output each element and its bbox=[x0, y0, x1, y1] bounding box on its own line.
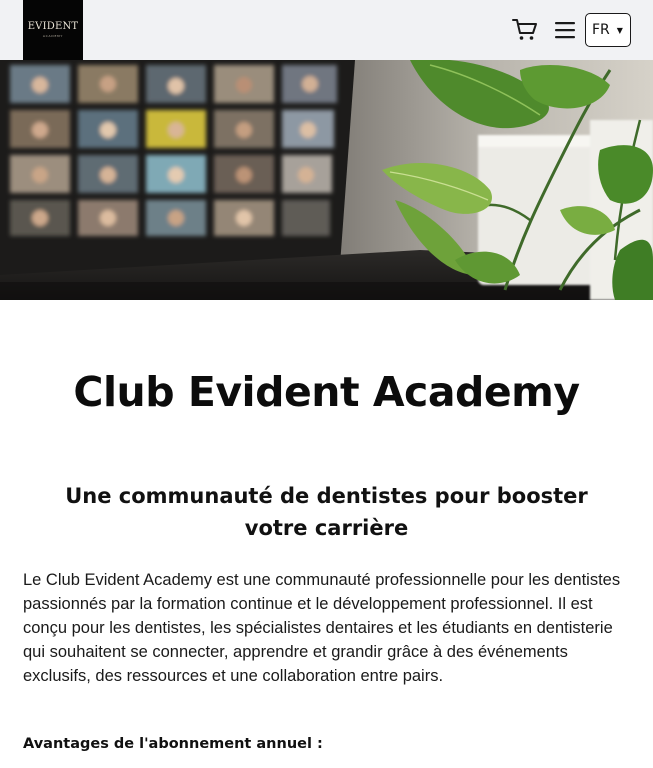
hamburger-menu-icon[interactable] bbox=[555, 21, 575, 39]
language-select[interactable]: FR ▼ bbox=[585, 13, 631, 47]
page-title: Club Evident Academy bbox=[73, 368, 580, 416]
caret-down-icon: ▼ bbox=[616, 25, 623, 35]
site-header: EVIDENT ACADEMY FR ▼ bbox=[0, 0, 653, 60]
page-subtitle: Une communauté de dentistes pour booster… bbox=[65, 484, 588, 540]
logo-wordmark: EVIDENT bbox=[27, 21, 79, 32]
evident-academy-logo[interactable]: EVIDENT ACADEMY bbox=[23, 0, 83, 60]
shopping-cart-icon[interactable] bbox=[512, 18, 538, 42]
hero-image bbox=[0, 60, 653, 300]
language-selected-value: FR bbox=[592, 22, 610, 38]
club-description: Le Club Evident Academy est une communau… bbox=[23, 571, 621, 685]
hero-photo bbox=[0, 60, 653, 300]
logo-subtext: ACADEMY bbox=[42, 34, 64, 38]
benefits-heading: Avantages de l'abonnement annuel : bbox=[23, 736, 323, 752]
